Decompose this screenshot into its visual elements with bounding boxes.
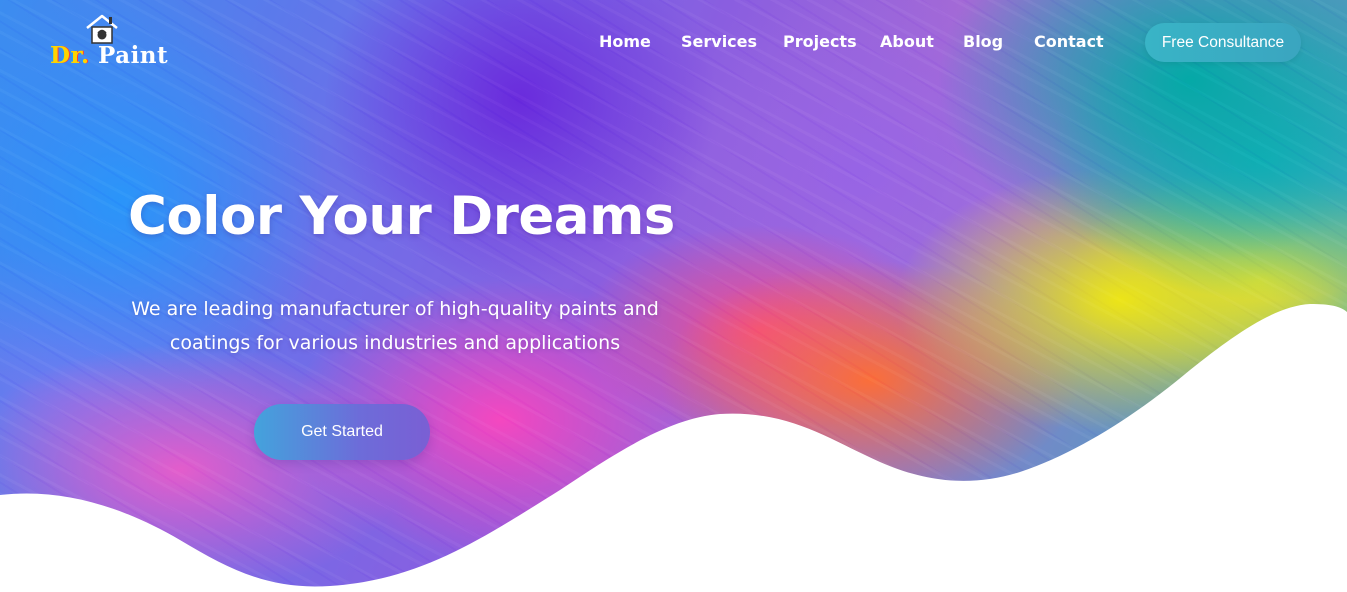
logo-text-prefix: Dr. [50,42,90,69]
main-nav: Home Services Projects About Blog Contac… [599,30,1104,54]
nav-item-services[interactable]: Services [681,30,757,54]
nav-item-projects[interactable]: Projects [783,30,857,54]
hero-subtitle: We are leading manufacturer of high-qual… [131,298,659,354]
hero-section: Dr. Paint Home Services Projects About B… [0,0,1347,592]
nav-item-blog[interactable]: Blog [963,30,1003,54]
free-consultance-button[interactable]: Free Consultance [1145,23,1301,62]
nav-item-contact[interactable]: Contact [1034,30,1104,54]
nav-item-home[interactable]: Home [599,30,651,54]
site-logo[interactable]: Dr. Paint [50,14,168,74]
hero-title: Color Your Dreams [128,186,675,247]
logo-wordmark: Dr. Paint [50,42,168,69]
house-icon [86,14,118,44]
logo-text-main: Paint [97,42,169,69]
nav-item-about[interactable]: About [880,30,934,54]
get-started-button[interactable]: Get Started [254,404,430,460]
